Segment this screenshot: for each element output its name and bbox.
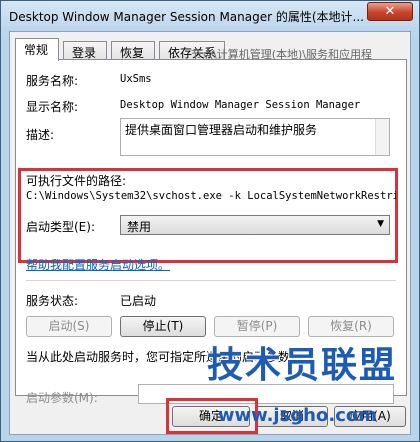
close-button[interactable]: ✕ <box>367 2 413 21</box>
watermark-url: www.jsgho.com <box>217 405 377 426</box>
service-status-value: 已启动 <box>120 294 157 308</box>
path-label: 可执行文件的路径: <box>26 174 127 188</box>
startup-type-value: 禁用 <box>127 220 152 234</box>
resume-button[interactable]: 恢复(R) <box>308 316 394 337</box>
start-params-label: 启动参数(M): <box>26 391 98 405</box>
service-name-label: 服务名称: <box>26 74 79 88</box>
chevron-down-icon: ▼ <box>377 219 384 229</box>
separator <box>26 280 396 281</box>
tab-general[interactable]: 常规 <box>15 38 59 61</box>
properties-window: Desktop Window Manager Session Manager 的… <box>0 0 420 442</box>
path-value: C:\Windows\System32\svchost.exe -k Local… <box>26 190 396 202</box>
tab-logon[interactable]: 登录 <box>63 41 107 60</box>
display-name-label: 显示名称: <box>26 100 79 114</box>
help-configure-link[interactable]: 帮助我配置服务启动选项。 <box>26 256 170 273</box>
description-scrollbar[interactable] <box>375 119 389 155</box>
service-name-value: UxSms <box>120 73 152 85</box>
display-name-value: Desktop Window Manager Session Manager <box>120 99 361 111</box>
description-label: 描述: <box>26 128 55 142</box>
background-window-breadcrumb: 节点\计算机管理(本地)\服务和应用程 <box>191 48 372 61</box>
window-title: Desktop Window Manager Session Manager 的… <box>9 10 364 24</box>
startup-type-select[interactable]: 禁用 ▼ <box>120 215 390 235</box>
service-status-label: 服务状态: <box>26 294 79 308</box>
stop-button[interactable]: 停止(T) <box>120 316 206 337</box>
description-text: 提供桌面窗口管理器启动和维护服务 <box>125 123 318 137</box>
tab-recovery[interactable]: 恢复 <box>111 41 155 60</box>
start-button[interactable]: 启动(S) <box>26 316 112 337</box>
startup-type-label: 启动类型(E): <box>26 220 95 234</box>
pause-button[interactable]: 暂停(P) <box>214 316 300 337</box>
title-bar[interactable]: Desktop Window Manager Session Manager 的… <box>1 1 419 31</box>
watermark-logo: 技术员联盟 <box>206 345 397 386</box>
description-box[interactable]: 提供桌面窗口管理器启动和维护服务 <box>120 118 390 156</box>
